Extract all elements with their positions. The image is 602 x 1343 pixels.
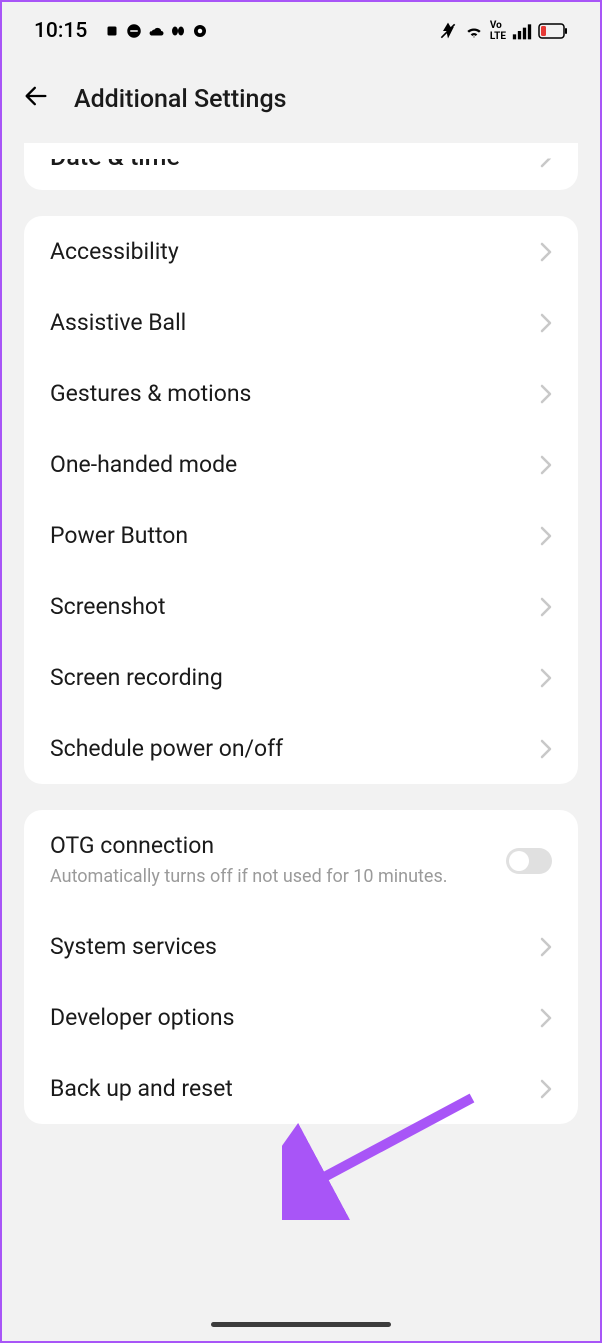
otg-label: OTG connection <box>50 832 490 859</box>
row-label-back-up-reset: Back up and reset <box>50 1075 233 1102</box>
mute-icon <box>438 21 458 41</box>
row-label-assistive-ball: Assistive Ball <box>50 309 186 336</box>
chevron-right-icon <box>540 148 552 168</box>
row-back-up-reset[interactable]: Back up and reset <box>24 1053 578 1124</box>
alarm-icon <box>103 22 121 40</box>
otg-toggle[interactable] <box>506 848 552 874</box>
home-indicator[interactable] <box>211 1322 391 1327</box>
arrow-left-icon <box>22 82 50 110</box>
otg-subtitle: Automatically turns off if not used for … <box>50 865 490 889</box>
pill-icon <box>169 22 187 40</box>
header: Additional Settings <box>2 58 600 145</box>
row-otg-connection[interactable]: OTG connection Automatically turns off i… <box>24 810 578 911</box>
row-date-time[interactable]: Date & time <box>24 143 578 190</box>
toggle-knob <box>509 851 529 871</box>
row-label-screen-recording: Screen recording <box>50 664 223 691</box>
card-group1: Accessibility Assistive Ball Gestures & mo… <box>24 216 578 784</box>
chevron-right-icon <box>540 1079 552 1099</box>
page-title: Additional Settings <box>74 85 287 114</box>
row-screenshot[interactable]: Screenshot <box>24 571 578 642</box>
circle-icon <box>191 22 209 40</box>
wifi-icon <box>464 21 484 41</box>
row-label-one-handed-mode: One-handed mode <box>50 451 237 478</box>
status-icons-left <box>103 22 209 40</box>
row-label-power-button: Power Button <box>50 522 188 549</box>
status-bar: 10:15 VoLTE <box>2 2 600 58</box>
row-system-services[interactable]: System services <box>24 911 578 982</box>
row-label-system-services: System services <box>50 933 217 960</box>
chevron-right-icon <box>540 1008 552 1028</box>
chevron-right-icon <box>540 242 552 262</box>
row-accessibility[interactable]: Accessibility <box>24 216 578 287</box>
chevron-right-icon <box>540 455 552 475</box>
row-developer-options[interactable]: Developer options <box>24 982 578 1053</box>
chevron-right-icon <box>540 937 552 957</box>
row-label-schedule-power: Schedule power on/off <box>50 735 283 762</box>
row-label-date-time: Date & time <box>50 143 180 172</box>
chevron-right-icon <box>540 668 552 688</box>
status-time: 10:15 <box>34 19 87 43</box>
chevron-right-icon <box>540 739 552 759</box>
row-label-developer-options: Developer options <box>50 1004 235 1031</box>
card-partial: Date & time <box>24 143 578 190</box>
chevron-right-icon <box>540 384 552 404</box>
content: Date & time Accessibility Assistive Ball G… <box>2 143 600 1124</box>
row-power-button[interactable]: Power Button <box>24 500 578 571</box>
row-one-handed-mode[interactable]: One-handed mode <box>24 429 578 500</box>
card-group2: OTG connection Automatically turns off i… <box>24 810 578 1124</box>
dnd-icon <box>125 22 143 40</box>
row-assistive-ball[interactable]: Assistive Ball <box>24 287 578 358</box>
row-label-accessibility: Accessibility <box>50 238 179 265</box>
status-left: 10:15 <box>34 19 209 43</box>
row-label-gestures-motions: Gestures & motions <box>50 380 251 407</box>
battery-icon <box>538 23 568 39</box>
chevron-right-icon <box>540 313 552 333</box>
row-label-screenshot: Screenshot <box>50 593 166 620</box>
back-button[interactable] <box>22 82 50 117</box>
cloud-icon <box>147 22 165 40</box>
volte-icon: VoLTE <box>490 20 506 42</box>
row-schedule-power[interactable]: Schedule power on/off <box>24 713 578 784</box>
chevron-right-icon <box>540 597 552 617</box>
chevron-right-icon <box>540 526 552 546</box>
row-screen-recording[interactable]: Screen recording <box>24 642 578 713</box>
status-right: VoLTE <box>438 20 568 42</box>
row-gestures-motions[interactable]: Gestures & motions <box>24 358 578 429</box>
otg-text-block: OTG connection Automatically turns off i… <box>50 832 506 889</box>
signal-icon <box>512 22 532 40</box>
